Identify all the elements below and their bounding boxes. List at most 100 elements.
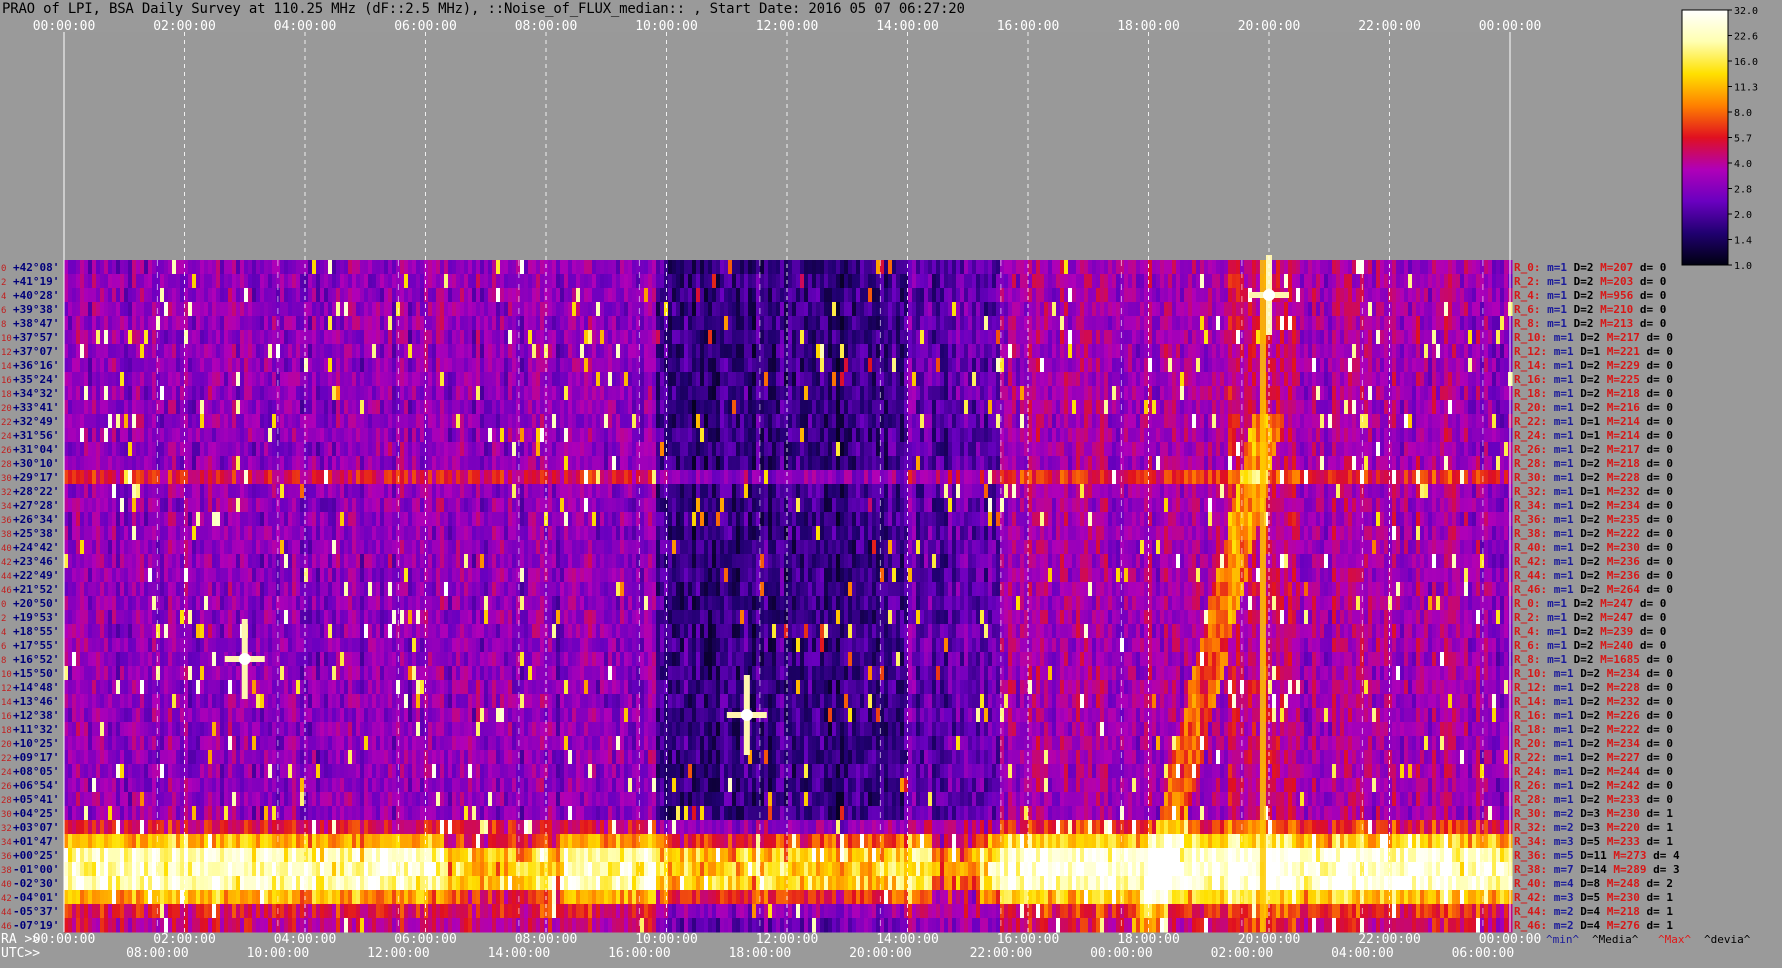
row-index: 38 (1, 866, 12, 876)
declination-label: +29°17' (13, 471, 59, 484)
declination-label: +35°24' (13, 373, 59, 386)
row-index: 38 (1, 530, 12, 540)
channel-stat-row: R_18: m=1 D=2 M=218 d= 0 (1514, 387, 1673, 400)
top-tick-label: 20:00:00 (1238, 19, 1301, 34)
declination-label: +28°22' (13, 485, 59, 498)
row-index: 20 (1, 740, 12, 750)
channel-stat-row: R_34: m=3 D=5 M=233 d= 1 (1514, 835, 1673, 848)
row-index: 8 (1, 320, 6, 330)
top-tick-label: 00:00:00 (1479, 19, 1542, 34)
row-index: 34 (1, 502, 12, 512)
declination-label: +40°28' (13, 289, 59, 302)
ra-tick-label: 22:00:00 (1358, 932, 1421, 947)
row-index: 26 (1, 446, 12, 456)
row-index: 26 (1, 782, 12, 792)
row-index: 18 (1, 726, 12, 736)
ra-tick-label: 16:00:00 (997, 932, 1060, 947)
row-index: 14 (1, 362, 12, 372)
utc-tick-label: 02:00:00 (1211, 946, 1274, 961)
row-index: 24 (1, 768, 12, 778)
channel-stat-row: R_42: m=1 D=2 M=236 d= 0 (1514, 555, 1673, 568)
channel-stat-row: R_12: m=1 D=1 M=221 d= 0 (1514, 345, 1673, 358)
top-tick-label: 14:00:00 (876, 19, 939, 34)
row-index: 42 (1, 894, 12, 904)
declination-label: +38°47' (13, 317, 59, 330)
ra-tick-label: 02:00:00 (153, 932, 216, 947)
declination-label: +05°41' (13, 793, 59, 806)
row-index: 30 (1, 810, 12, 820)
declination-label: +31°04' (13, 443, 59, 456)
declination-label: +13°46' (13, 695, 59, 708)
row-index: 34 (1, 838, 12, 848)
utc-axis-label: UTC>> (1, 946, 40, 961)
top-tick-label: 08:00:00 (515, 19, 578, 34)
row-index: 2 (1, 278, 6, 288)
ra-tick-label: 00:00:00 (1479, 932, 1542, 947)
channel-stat-row: R_6: m=1 D=2 M=210 d= 0 (1514, 303, 1666, 316)
utc-tick-label: 00:00:00 (1090, 946, 1153, 961)
declination-label: +33°41' (13, 401, 59, 414)
declination-label: +11°32' (13, 723, 59, 736)
row-index: 4 (1, 292, 6, 302)
declination-label: +15°50' (13, 667, 59, 680)
utc-tick-label: 22:00:00 (970, 946, 1033, 961)
row-index: 6 (1, 642, 6, 652)
row-index: 2 (1, 614, 6, 624)
row-index: 4 (1, 628, 6, 638)
channel-stat-row: R_10: m=1 D=2 M=217 d= 0 (1514, 331, 1673, 344)
footer-devia: ^devia^ (1704, 933, 1751, 946)
colorbar-tick-label: 16.0 (1734, 57, 1758, 68)
row-index: 40 (1, 544, 12, 554)
channel-stat-row: R_16: m=1 D=2 M=225 d= 0 (1514, 373, 1673, 386)
declination-label: +27°28' (13, 499, 59, 512)
channel-stat-row: R_38: m=7 D=14 M=289 d= 3 (1514, 863, 1680, 876)
row-index: 44 (1, 572, 12, 582)
row-index: 30 (1, 474, 12, 484)
row-index: 42 (1, 558, 12, 568)
row-index: 40 (1, 880, 12, 890)
channel-stat-row: R_32: m=2 D=3 M=220 d= 1 (1514, 821, 1673, 834)
utc-tick-label: 18:00:00 (729, 946, 792, 961)
row-index: 12 (1, 684, 12, 694)
declination-label: +36°16' (13, 359, 59, 372)
channel-stat-row: R_4: m=1 D=2 M=956 d= 0 (1514, 289, 1666, 302)
colorbar: 32.0 22.6 16.0 11.3 8.0 5.7 4.0 2.8 2.0 1.4 1.0 (1681, 6, 1758, 272)
utc-tick-label: 12:00:00 (367, 946, 430, 961)
channel-stat-row: R_30: m=2 D=3 M=230 d= 1 (1514, 807, 1673, 820)
declination-label: +37°57' (13, 331, 59, 344)
channel-stat-row: R_4: m=1 D=2 M=239 d= 0 (1514, 625, 1666, 638)
row-index: 46 (1, 586, 12, 596)
declination-label: +01°47' (13, 835, 59, 848)
declination-label: +39°38' (13, 303, 59, 316)
top-tick-label: 06:00:00 (394, 19, 457, 34)
declination-label: +20°50' (13, 597, 59, 610)
channel-stat-row: R_42: m=3 D=5 M=230 d= 1 (1514, 891, 1673, 904)
row-index: 10 (1, 334, 12, 344)
declination-label: +25°38' (13, 527, 59, 540)
row-index: 22 (1, 418, 12, 428)
row-index: 0 (1, 264, 6, 274)
row-index: 16 (1, 376, 12, 386)
declination-label: -04°01' (13, 891, 59, 904)
top-tick-label: 00:00:00 (33, 19, 96, 34)
declination-label: +26°34' (13, 513, 59, 526)
row-index: 36 (1, 852, 12, 862)
channel-stat-row: R_44: m=1 D=2 M=236 d= 0 (1514, 569, 1673, 582)
row-index: 22 (1, 754, 12, 764)
channel-stat-row: R_34: m=1 D=2 M=234 d= 0 (1514, 499, 1673, 512)
top-tick-label: 04:00:00 (274, 19, 337, 34)
channel-stat-row: R_2: m=1 D=2 M=247 d= 0 (1514, 611, 1666, 624)
ra-tick-label: 06:00:00 (394, 932, 457, 947)
channel-stat-row: R_46: m=1 D=2 M=264 d= 0 (1514, 583, 1673, 596)
utc-tick-label: 10:00:00 (247, 946, 310, 961)
utc-tick-label: 06:00:00 (1452, 946, 1515, 961)
declination-label: +09°17' (13, 751, 59, 764)
declination-label: +17°55' (13, 639, 59, 652)
ra-tick-label: 10:00:00 (635, 932, 698, 947)
channel-stat-row: R_36: m=1 D=2 M=235 d= 0 (1514, 513, 1673, 526)
declination-label: +04°25' (13, 807, 59, 820)
channel-stat-row: R_40: m=4 D=8 M=248 d= 2 (1514, 877, 1673, 890)
row-index: 10 (1, 670, 12, 680)
declination-label: +22°49' (13, 569, 59, 582)
channel-stat-row: R_10: m=1 D=2 M=234 d= 0 (1514, 667, 1673, 680)
